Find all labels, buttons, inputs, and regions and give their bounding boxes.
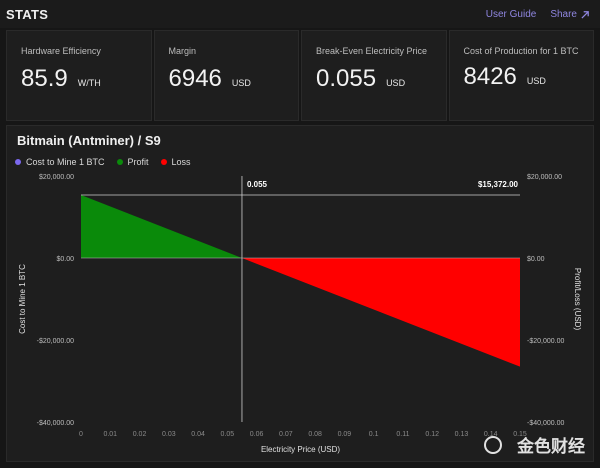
stat-value: 85.9 xyxy=(21,65,68,92)
y-tick-right: -$20,000.00 xyxy=(527,338,564,345)
x-tick: 0.05 xyxy=(221,431,235,438)
stat-card-break-even: Break-Even Electricity Price 0.055 USD xyxy=(301,30,447,121)
stat-card-margin: Margin 6946 USD xyxy=(153,30,299,121)
stat-card-cost-of-production: Cost of Production for 1 BTC 8426 USD xyxy=(448,30,594,121)
stat-value: 0.055 xyxy=(316,65,377,92)
stat-label: Cost of Production for 1 BTC xyxy=(463,46,579,56)
stat-label: Break-Even Electricity Price xyxy=(316,46,428,56)
area-profit xyxy=(81,194,242,258)
y-axis-label-left: Cost to Mine 1 BTC xyxy=(18,264,27,334)
stat-value: 8426 xyxy=(463,63,517,90)
top-bar: STATS User Guide Share xyxy=(0,0,600,28)
x-axis-label: Electricity Price (USD) xyxy=(261,445,340,454)
stat-cards: Hardware Efficiency 85.9 W/TH Margin 694… xyxy=(6,30,594,121)
stat-card-hardware-efficiency: Hardware Efficiency 85.9 W/TH xyxy=(6,30,152,121)
stat-unit: USD xyxy=(386,78,406,88)
stat-unit: USD xyxy=(526,76,546,86)
watermark-text: 金色财经 xyxy=(516,436,585,456)
x-tick: 0.1 xyxy=(369,431,379,438)
y-tick-right: $20,000.00 xyxy=(527,174,562,181)
stat-label: Margin xyxy=(168,46,197,56)
chart-panel: Bitmain (Antminer) / S9 Cost to Mine 1 B… xyxy=(6,125,594,462)
y-tick-left: -$20,000.00 xyxy=(37,338,74,345)
x-tick: 0 xyxy=(79,431,83,438)
y-tick-left: -$40,000.00 xyxy=(37,420,74,427)
break-even-label: 0.055 xyxy=(247,180,268,189)
x-tick: 0.03 xyxy=(162,431,176,438)
x-tick: 0.02 xyxy=(133,431,147,438)
x-tick: 0.13 xyxy=(455,431,469,438)
area-loss xyxy=(241,258,520,367)
y-tick-right: -$40,000.00 xyxy=(527,420,564,427)
header-links: User Guide Share xyxy=(486,9,590,20)
stats-title: STATS xyxy=(6,6,49,22)
stat-value: 6946 xyxy=(168,65,222,92)
x-tick: 0.01 xyxy=(103,431,117,438)
y-tick-right: $0.00 xyxy=(527,256,545,263)
y-axis-label-right: Profit/Loss (USD) xyxy=(573,268,582,331)
stat-unit: W/TH xyxy=(77,78,101,88)
x-tick: 0.07 xyxy=(279,431,293,438)
share-button[interactable]: Share xyxy=(550,9,590,20)
stat-label: Hardware Efficiency xyxy=(21,46,101,56)
x-tick: 0.04 xyxy=(191,431,205,438)
watermark-logo-icon xyxy=(484,436,502,454)
x-tick: 0.12 xyxy=(425,431,439,438)
x-tick: 0.11 xyxy=(396,431,409,438)
share-icon xyxy=(581,10,590,19)
y-tick-left: $0.00 xyxy=(56,256,74,263)
share-label: Share xyxy=(550,8,577,20)
x-tick: 0.09 xyxy=(338,431,352,438)
stat-unit: USD xyxy=(231,78,251,88)
x-tick: 0.08 xyxy=(308,431,322,438)
profit-loss-chart[interactable]: 0.055 $15,372.00 $20,000.00 $20,000.00 $0.00… xyxy=(7,126,593,461)
x-tick: 0.06 xyxy=(250,431,264,438)
value-label: $15,372.00 xyxy=(478,180,519,189)
user-guide-link[interactable]: User Guide xyxy=(486,9,537,20)
y-tick-left: $20,000.00 xyxy=(39,174,74,181)
